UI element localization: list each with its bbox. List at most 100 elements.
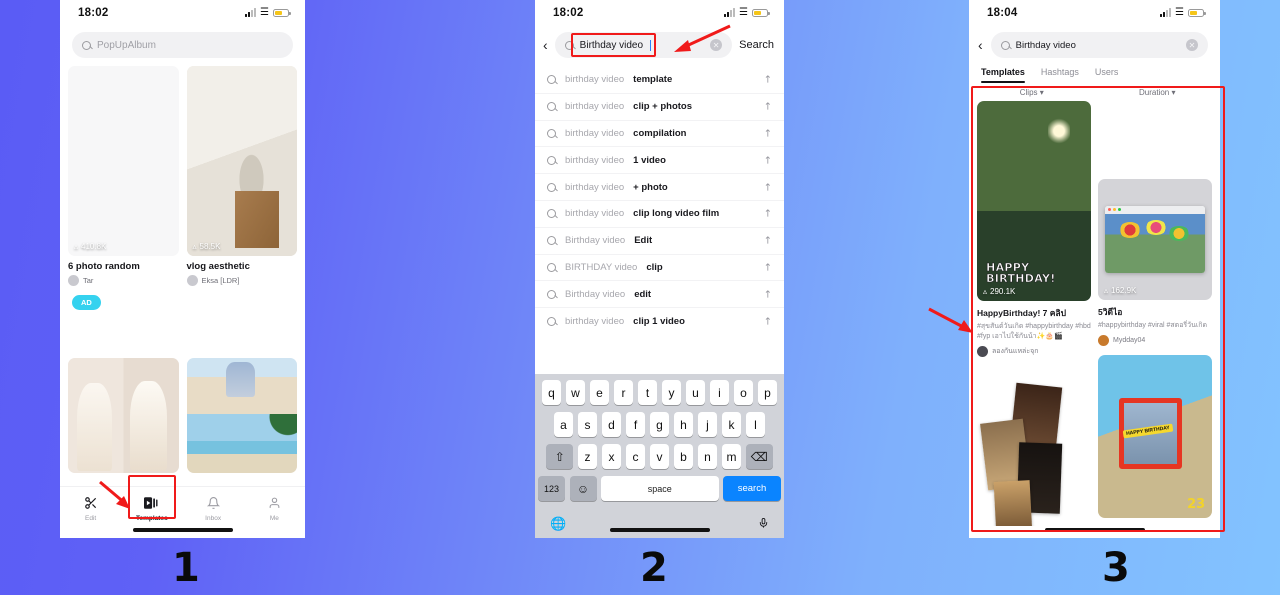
search-button[interactable]: Search [739,39,774,51]
key-v[interactable]: v [649,444,670,469]
pointer-arrow-2 [674,24,731,52]
search-icon [547,289,556,299]
numbers-key[interactable]: 123 [538,476,565,501]
template-card[interactable]: ▵ 162.9K [1098,179,1212,300]
template-author[interactable]: Tar [68,275,179,286]
key-r[interactable]: r [613,380,634,405]
key-m[interactable]: m [721,444,742,469]
clear-icon[interactable]: ✕ [1186,39,1198,51]
fill-arrow-icon[interactable]: ↗ [761,207,775,221]
list-item[interactable]: Birthday video edit ↗ [535,280,784,307]
suggestion-prefix: birthday video [565,154,625,166]
fill-arrow-icon[interactable]: ↗ [761,100,775,114]
keyboard-row-1: q w e r t y u i o p [538,380,781,405]
key-o[interactable]: o [733,380,754,405]
template-author[interactable]: ลองกันแหล่ะจุก [977,346,1091,358]
template-card[interactable]: ▵ 58.5K vlog aesthetic Eksa [LDR] [186,66,298,286]
key-y[interactable]: y [661,380,682,405]
key-k[interactable]: k [721,412,742,437]
search-icon [547,182,556,192]
filter-label: Clips [1019,88,1038,97]
template-feed: ▵ 410.8K 6 photo random Tar ▵ 58.5K vlog… [60,66,305,286]
search-value: Birthday video [1015,39,1076,51]
key-i[interactable]: i [709,380,730,405]
key-n[interactable]: n [697,444,718,469]
sidebar-item-me[interactable]: Me [244,495,305,522]
tab-hashtags[interactable]: Hashtags [1041,67,1079,83]
template-card[interactable]: ▵ 410.8K 6 photo random Tar [68,66,179,286]
key-g[interactable]: g [649,412,670,437]
list-item[interactable]: birthday video 1 video ↗ [535,146,784,173]
key-j[interactable]: j [697,412,718,437]
back-chevron-icon[interactable]: ‹ [543,38,548,52]
suggestion-prefix: birthday video [565,73,625,85]
template-card[interactable]: HAPPY BIRTHDAY 23 [1098,355,1212,519]
fill-arrow-icon[interactable]: ↗ [761,287,775,301]
tab-templates[interactable]: Templates [981,67,1025,83]
list-item[interactable]: birthday video clip 1 video ↗ [535,307,784,334]
avatar [68,275,79,286]
fill-arrow-icon[interactable]: ↗ [761,314,775,328]
key-q[interactable]: q [541,380,562,405]
list-item[interactable]: birthday video compilation ↗ [535,119,784,147]
search-icon [547,262,556,272]
fill-arrow-icon[interactable]: ↗ [761,127,775,141]
back-chevron-icon[interactable]: ‹ [978,38,983,52]
chevron-down-icon: ▾ [1039,88,1044,97]
tab-users[interactable]: Users [1095,67,1119,83]
key-t[interactable]: t [637,380,658,405]
globe-icon[interactable]: 🌐 [550,516,566,532]
template-author[interactable]: Mydday04 [1098,335,1212,347]
template-thumbnail[interactable] [186,358,297,473]
filter-clips[interactable]: Clips ▾ [969,88,1095,97]
list-item[interactable]: birthday video clip long video film ↗ [535,199,784,227]
key-a[interactable]: a [553,412,574,437]
search-input[interactable]: Birthday video ✕ [990,32,1208,58]
key-f[interactable]: f [625,412,646,437]
backspace-key[interactable]: ⌫ [745,444,773,469]
template-author[interactable]: Eksa [LDR] [186,275,298,286]
key-c[interactable]: c [625,444,646,469]
key-z[interactable]: z [577,444,598,469]
template-thumbnail[interactable]: ▵ 58.5K [186,66,297,256]
fill-arrow-icon[interactable]: ↗ [761,234,775,248]
key-b[interactable]: b [673,444,694,469]
key-l[interactable]: l [745,412,766,437]
key-x[interactable]: x [601,444,622,469]
fill-arrow-icon[interactable]: ↗ [761,261,775,275]
list-item[interactable]: birthday video + photo ↗ [535,173,784,200]
key-u[interactable]: u [685,380,706,405]
mic-icon[interactable] [758,516,769,533]
templates-icon [144,495,159,511]
sidebar-item-inbox[interactable]: Inbox [183,495,244,522]
key-e[interactable]: e [589,380,610,405]
list-item[interactable]: birthday video template ↗ [535,66,784,93]
key-p[interactable]: p [757,380,778,405]
fill-arrow-icon[interactable]: ↗ [761,180,775,194]
status-icons: ☰ [245,8,291,18]
shift-key[interactable]: ⇧ [546,444,574,469]
key-w[interactable]: w [565,380,586,405]
template-tags: #happybirthday #viral #สตอรี่วันเกิด [1098,322,1208,329]
list-item[interactable]: BIRTHDAY video clip ↗ [535,253,784,281]
filter-duration[interactable]: Duration ▾ [1095,88,1221,97]
fill-arrow-icon[interactable]: ↗ [761,153,775,167]
emoji-key[interactable]: ☺ [569,476,597,501]
key-d[interactable]: d [601,412,622,437]
status-bar: 18:02 ☰ [535,0,784,26]
list-item[interactable]: birthday video clip + photos ↗ [535,92,784,120]
template-card[interactable] [977,366,1091,527]
template-card[interactable] [186,358,297,473]
ad-card[interactable] [68,358,179,473]
fill-arrow-icon[interactable]: ↗ [761,73,775,87]
key-s[interactable]: s [577,412,598,437]
template-card[interactable]: HAPPY BIRTHDAY! ▵ 290.1K [977,101,1091,301]
template-thumbnail[interactable]: ▵ 410.8K [68,66,179,256]
search-key[interactable]: search [723,476,781,501]
search-input[interactable]: PopUpAlbum [72,32,293,58]
space-key[interactable]: space [601,476,719,501]
key-h[interactable]: h [673,412,694,437]
list-item[interactable]: Birthday video Edit ↗ [535,226,784,254]
ad-thumbnail[interactable] [68,358,179,473]
phone-screen-1: 18:02 ☰ PopUpAlbum ▵ 410.8K 6 photo rand… [60,0,305,538]
